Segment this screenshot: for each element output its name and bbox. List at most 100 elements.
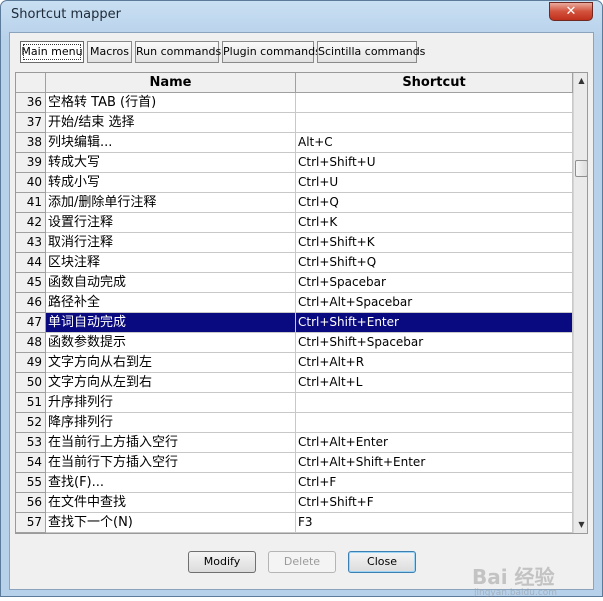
command-name-cell[interactable]: 列块编辑...	[46, 133, 296, 153]
shortcut-cell[interactable]: Ctrl+Shift+Q	[296, 253, 573, 273]
shortcut-cell[interactable]: Ctrl+Shift+K	[296, 233, 573, 253]
table-row[interactable]: 46 路径补全 Ctrl+Alt+Spacebar	[16, 293, 573, 313]
command-name-cell[interactable]: 转成小写	[46, 173, 296, 193]
table-row[interactable]: 40 转成小写 Ctrl+U	[16, 173, 573, 193]
shortcut-grid[interactable]: Name Shortcut 36 空格转 TAB (行首) 37 开始/结束 选择 38…	[15, 72, 588, 534]
vertical-scrollbar[interactable]: ▲ ▼	[573, 73, 587, 533]
row-number[interactable]: 44	[16, 253, 46, 273]
row-number[interactable]: 45	[16, 273, 46, 293]
command-name-cell[interactable]: 在文件中查找	[46, 493, 296, 513]
scroll-up-arrow-icon[interactable]: ▲	[574, 73, 587, 89]
table-row[interactable]: 55 查找(F)... Ctrl+F	[16, 473, 573, 493]
command-name-cell[interactable]: 取消行注释	[46, 233, 296, 253]
row-number[interactable]: 55	[16, 473, 46, 493]
tab-run-commands[interactable]: Run commands	[135, 41, 221, 63]
shortcut-cell[interactable]	[296, 93, 573, 113]
shortcut-cell[interactable]: Ctrl+Shift+U	[296, 153, 573, 173]
scrollbar-thumb[interactable]	[575, 160, 587, 177]
row-number[interactable]: 43	[16, 233, 46, 253]
table-row[interactable]: 48 函数参数提示 Ctrl+Shift+Spacebar	[16, 333, 573, 353]
command-name-cell[interactable]: 降序排列行	[46, 413, 296, 433]
shortcut-cell[interactable]: Ctrl+Shift+Enter	[296, 313, 573, 333]
scroll-down-arrow-icon[interactable]: ▼	[574, 517, 587, 533]
shortcut-cell[interactable]: Ctrl+Alt+L	[296, 373, 573, 393]
shortcut-cell[interactable]: Ctrl+Spacebar	[296, 273, 573, 293]
row-number[interactable]: 40	[16, 173, 46, 193]
shortcut-cell[interactable]: Ctrl+K	[296, 213, 573, 233]
table-row[interactable]: 42 设置行注释 Ctrl+K	[16, 213, 573, 233]
shortcut-cell[interactable]	[296, 113, 573, 133]
command-name-cell[interactable]: 开始/结束 选择	[46, 113, 296, 133]
command-name-cell[interactable]: 升序排列行	[46, 393, 296, 413]
row-number[interactable]: 38	[16, 133, 46, 153]
table-row[interactable]: 45 函数自动完成 Ctrl+Spacebar	[16, 273, 573, 293]
command-name-cell[interactable]: 转成大写	[46, 153, 296, 173]
shortcut-cell[interactable]: Ctrl+Alt+Spacebar	[296, 293, 573, 313]
command-name-cell[interactable]: 区块注释	[46, 253, 296, 273]
command-name-cell[interactable]: 添加/删除单行注释	[46, 193, 296, 213]
row-number[interactable]: 46	[16, 293, 46, 313]
row-number[interactable]: 49	[16, 353, 46, 373]
shortcut-cell[interactable]: F3	[296, 513, 573, 533]
row-number[interactable]: 50	[16, 373, 46, 393]
name-column-header[interactable]: Name	[46, 73, 296, 93]
table-row[interactable]: 54 在当前行下方插入空行 Ctrl+Alt+Shift+Enter	[16, 453, 573, 473]
tab-main-menu[interactable]: Main menu	[20, 41, 84, 63]
close-button[interactable]: Close	[348, 551, 416, 573]
table-row[interactable]: 41 添加/删除单行注释 Ctrl+Q	[16, 193, 573, 213]
shortcut-cell[interactable]: Ctrl+Alt+Enter	[296, 433, 573, 453]
row-number[interactable]: 48	[16, 333, 46, 353]
row-number[interactable]: 47	[16, 313, 46, 333]
shortcut-cell[interactable]: Ctrl+Q	[296, 193, 573, 213]
table-row[interactable]: 47 单词自动完成 Ctrl+Shift+Enter	[16, 313, 573, 333]
shortcut-cell[interactable]: Ctrl+F	[296, 473, 573, 493]
table-row[interactable]: 52 降序排列行	[16, 413, 573, 433]
table-row[interactable]: 56 在文件中查找 Ctrl+Shift+F	[16, 493, 573, 513]
shortcut-cell[interactable]: Ctrl+Shift+Spacebar	[296, 333, 573, 353]
tab-plugin-commands[interactable]: Plugin commands	[222, 41, 321, 63]
shortcut-cell[interactable]	[296, 393, 573, 413]
shortcut-column-header[interactable]: Shortcut	[296, 73, 573, 93]
tab-scintilla-commands[interactable]: Scintilla commands	[317, 41, 425, 63]
table-row[interactable]: 44 区块注释 Ctrl+Shift+Q	[16, 253, 573, 273]
command-name-cell[interactable]: 路径补全	[46, 293, 296, 313]
table-row[interactable]: 39 转成大写 Ctrl+Shift+U	[16, 153, 573, 173]
row-number[interactable]: 52	[16, 413, 46, 433]
table-row[interactable]: 50 文字方向从左到右 Ctrl+Alt+L	[16, 373, 573, 393]
row-number[interactable]: 57	[16, 513, 46, 533]
row-number[interactable]: 41	[16, 193, 46, 213]
command-name-cell[interactable]: 设置行注释	[46, 213, 296, 233]
table-row[interactable]: 38 列块编辑... Alt+C	[16, 133, 573, 153]
table-row[interactable]: 37 开始/结束 选择	[16, 113, 573, 133]
delete-button[interactable]: Delete	[268, 551, 336, 573]
row-number[interactable]: 37	[16, 113, 46, 133]
command-name-cell[interactable]: 函数自动完成	[46, 273, 296, 293]
table-row[interactable]: 53 在当前行上方插入空行 Ctrl+Alt+Enter	[16, 433, 573, 453]
command-name-cell[interactable]: 在当前行下方插入空行	[46, 453, 296, 473]
row-number[interactable]: 56	[16, 493, 46, 513]
shortcut-cell[interactable]: Ctrl+U	[296, 173, 573, 193]
command-name-cell[interactable]: 在当前行上方插入空行	[46, 433, 296, 453]
row-number[interactable]: 53	[16, 433, 46, 453]
shortcut-cell[interactable]	[296, 413, 573, 433]
command-name-cell[interactable]: 查找下一个(N)	[46, 513, 296, 533]
shortcut-cell[interactable]: Alt+C	[296, 133, 573, 153]
shortcut-cell[interactable]: Ctrl+Shift+F	[296, 493, 573, 513]
row-number[interactable]: 39	[16, 153, 46, 173]
close-window-button[interactable]: ✕	[549, 2, 593, 21]
table-row[interactable]: 51 升序排列行	[16, 393, 573, 413]
row-number[interactable]: 42	[16, 213, 46, 233]
title-bar[interactable]: Shortcut mapper ✕	[1, 1, 602, 33]
table-row[interactable]: 36 空格转 TAB (行首)	[16, 93, 573, 113]
shortcut-cell[interactable]: Ctrl+Alt+Shift+Enter	[296, 453, 573, 473]
row-number[interactable]: 54	[16, 453, 46, 473]
modify-button[interactable]: Modify	[188, 551, 256, 573]
table-row[interactable]: 49 文字方向从右到左 Ctrl+Alt+R	[16, 353, 573, 373]
table-row[interactable]: 43 取消行注释 Ctrl+Shift+K	[16, 233, 573, 253]
row-number[interactable]: 36	[16, 93, 46, 113]
command-name-cell[interactable]: 单词自动完成	[46, 313, 296, 333]
command-name-cell[interactable]: 文字方向从左到右	[46, 373, 296, 393]
command-name-cell[interactable]: 函数参数提示	[46, 333, 296, 353]
tab-macros[interactable]: Macros	[87, 41, 132, 63]
row-number[interactable]: 51	[16, 393, 46, 413]
